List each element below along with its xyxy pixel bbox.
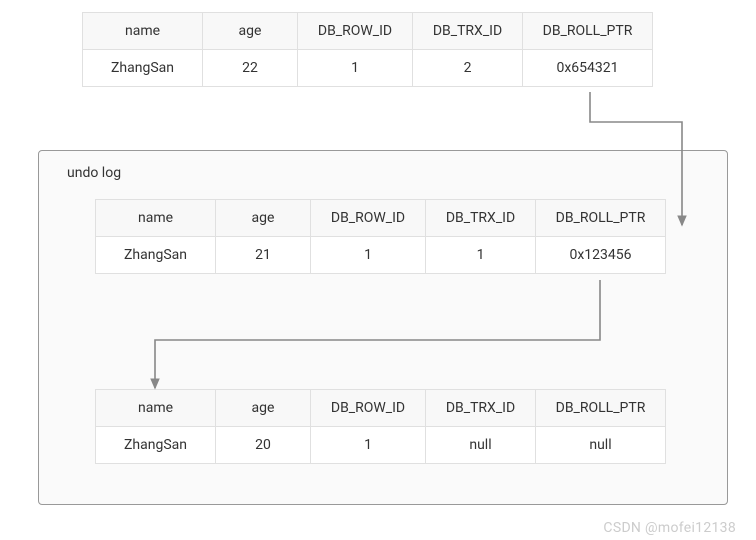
table-header-row: name age DB_ROW_ID DB_TRX_ID DB_ROLL_PTR xyxy=(96,390,666,427)
undo-row-table-2: name age DB_ROW_ID DB_TRX_ID DB_ROLL_PTR… xyxy=(95,389,666,464)
cell-dbtrxid: null xyxy=(426,427,536,464)
cell-dbrollptr: null xyxy=(536,427,666,464)
col-name-header: name xyxy=(96,390,216,427)
watermark: CSDN @mofei12138 xyxy=(603,520,736,536)
col-dbtrxid-header: DB_TRX_ID xyxy=(413,13,523,50)
col-dbrowid-header: DB_ROW_ID xyxy=(298,13,413,50)
col-age-header: age xyxy=(216,200,311,237)
cell-name: ZhangSan xyxy=(83,50,203,87)
col-name-header: name xyxy=(83,13,203,50)
col-dbrollptr-header: DB_ROLL_PTR xyxy=(536,200,666,237)
table-header-row: name age DB_ROW_ID DB_TRX_ID DB_ROLL_PTR xyxy=(96,200,666,237)
cell-dbrowid: 1 xyxy=(298,50,413,87)
col-dbtrxid-header: DB_TRX_ID xyxy=(426,200,536,237)
cell-age: 20 xyxy=(216,427,311,464)
cell-dbrollptr: 0x123456 xyxy=(536,237,666,274)
table-row: ZhangSan 21 1 1 0x123456 xyxy=(96,237,666,274)
undo-log-label: undo log xyxy=(67,165,121,181)
cell-age: 22 xyxy=(203,50,298,87)
col-age-header: age xyxy=(203,13,298,50)
col-dbrollptr-header: DB_ROLL_PTR xyxy=(523,13,653,50)
col-age-header: age xyxy=(216,390,311,427)
col-dbrowid-header: DB_ROW_ID xyxy=(311,390,426,427)
cell-dbtrxid: 2 xyxy=(413,50,523,87)
cell-dbrowid: 1 xyxy=(311,427,426,464)
table-row: ZhangSan 22 1 2 0x654321 xyxy=(83,50,653,87)
undo-log-box: undo log name age DB_ROW_ID DB_TRX_ID DB… xyxy=(38,150,728,505)
table-header-row: name age DB_ROW_ID DB_TRX_ID DB_ROLL_PTR xyxy=(83,13,653,50)
cell-name: ZhangSan xyxy=(96,237,216,274)
cell-dbtrxid: 1 xyxy=(426,237,536,274)
cell-age: 21 xyxy=(216,237,311,274)
current-row-table: name age DB_ROW_ID DB_TRX_ID DB_ROLL_PTR… xyxy=(82,12,653,87)
col-dbrollptr-header: DB_ROLL_PTR xyxy=(536,390,666,427)
col-dbrowid-header: DB_ROW_ID xyxy=(311,200,426,237)
cell-name: ZhangSan xyxy=(96,427,216,464)
cell-dbrowid: 1 xyxy=(311,237,426,274)
col-dbtrxid-header: DB_TRX_ID xyxy=(426,390,536,427)
undo-row-table-1: name age DB_ROW_ID DB_TRX_ID DB_ROLL_PTR… xyxy=(95,199,666,274)
table-row: ZhangSan 20 1 null null xyxy=(96,427,666,464)
col-name-header: name xyxy=(96,200,216,237)
cell-dbrollptr: 0x654321 xyxy=(523,50,653,87)
